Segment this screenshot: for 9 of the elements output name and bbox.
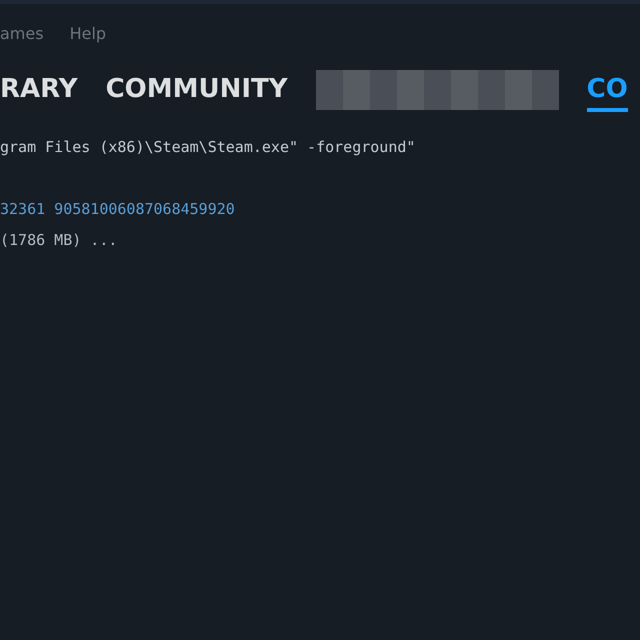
nav-tab[interactable]: RARY [0,68,78,112]
console-line: 32361 90581006087068459920 [0,200,235,218]
blurred-tab[interactable] [316,70,559,110]
menu-item[interactable]: ames [0,24,44,50]
console-line: gram Files (x86)\Steam\Steam.exe" -foreground" [0,138,416,156]
menu-item[interactable]: Help [70,24,106,50]
nav-tab[interactable]: COMMUNITY [106,68,288,112]
console-line: (1786 MB) ... [0,231,118,249]
nav-tab[interactable]: CO [586,68,628,112]
